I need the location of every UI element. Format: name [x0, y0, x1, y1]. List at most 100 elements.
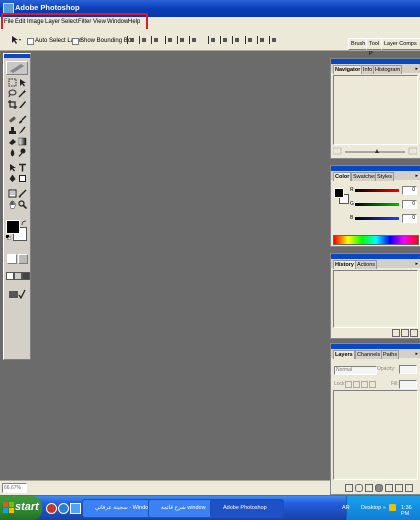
opacity-field[interactable]: [399, 365, 417, 374]
new-group-icon[interactable]: [385, 484, 393, 492]
tab-history[interactable]: History: [333, 260, 356, 269]
layers-list[interactable]: [333, 390, 418, 480]
color-fg-swatch[interactable]: [334, 188, 344, 198]
swap-colors-icon[interactable]: [21, 220, 27, 226]
well-tab-layer-comps[interactable]: Layer Comps: [381, 38, 420, 50]
palette-menu-arrow-icon[interactable]: ▸: [415, 261, 418, 267]
tab-layers[interactable]: Layers: [333, 350, 355, 359]
layer-style-icon[interactable]: [355, 484, 363, 492]
blend-mode-select[interactable]: Normal: [334, 366, 377, 375]
channel-g-slider[interactable]: [355, 203, 399, 206]
channel-g-field[interactable]: 0: [402, 200, 417, 209]
adobe-online-icon[interactable]: [6, 61, 28, 75]
align-vcenter-icon[interactable]: [139, 36, 148, 44]
lock-position-icon[interactable]: [361, 381, 368, 388]
browser-icon[interactable]: [58, 503, 69, 514]
align-hcenter-icon[interactable]: [177, 36, 186, 44]
start-button[interactable]: start: [0, 496, 42, 520]
channel-r-field[interactable]: 0: [402, 186, 417, 195]
color-ramp[interactable]: [333, 235, 419, 245]
tray-app-icon[interactable]: [389, 504, 396, 511]
language-indicator[interactable]: AR: [342, 505, 350, 511]
crop-tool-icon[interactable]: [8, 100, 17, 109]
bounding-box-checkbox[interactable]: [72, 38, 79, 45]
tray-chevron-icon[interactable]: »: [383, 505, 386, 511]
brush-tool-icon[interactable]: [18, 115, 27, 124]
hand-tool-icon[interactable]: [8, 200, 17, 209]
palette-menu-arrow-icon[interactable]: ▸: [415, 173, 418, 179]
pen-tool-icon[interactable]: [8, 174, 17, 183]
tab-color[interactable]: Color: [333, 172, 352, 181]
move-tool-icon-box[interactable]: [18, 78, 27, 87]
lasso-tool-icon[interactable]: [8, 89, 17, 98]
palette-menu-arrow-icon[interactable]: ▸: [415, 351, 418, 357]
tab-navigator[interactable]: Navigator: [333, 65, 363, 74]
trash-icon[interactable]: [405, 484, 413, 492]
align-left-icon[interactable]: [165, 36, 174, 44]
new-document-icon[interactable]: [401, 329, 409, 337]
gradient-tool-icon[interactable]: [18, 137, 27, 146]
adjustment-layer-icon[interactable]: [375, 484, 383, 492]
trash-icon[interactable]: [410, 329, 418, 337]
taskbar-button-photoshop[interactable]: Adobe Photoshop: [210, 499, 284, 518]
move-tool-icon[interactable]: [10, 35, 22, 45]
notes-tool-icon[interactable]: [8, 189, 17, 198]
dodge-tool-icon[interactable]: [18, 148, 27, 157]
jump-to-imageready-icon[interactable]: [8, 289, 26, 300]
eraser-tool-icon[interactable]: [8, 137, 17, 146]
zoom-field[interactable]: 66.67%: [2, 483, 27, 493]
lock-transparency-icon[interactable]: [345, 381, 352, 388]
fill-field[interactable]: [399, 380, 417, 389]
distribute-left-icon[interactable]: [245, 36, 254, 44]
channel-r-slider[interactable]: [355, 189, 399, 192]
screen-mode-standard-icon[interactable]: [6, 272, 14, 280]
quick-mask-mode-icon[interactable]: [18, 254, 28, 264]
distribute-hcenter-icon[interactable]: [257, 36, 266, 44]
distribute-vcenter-icon[interactable]: [220, 36, 229, 44]
taskbar-button-windows[interactable]: سجينة عرفاتي - Windo...: [82, 499, 158, 518]
link-layers-icon[interactable]: [345, 484, 353, 492]
zoom-tool-icon[interactable]: [18, 200, 28, 210]
healing-brush-tool-icon[interactable]: [8, 115, 17, 124]
palette-menu-arrow-icon[interactable]: ▸: [415, 66, 418, 72]
standard-mode-icon[interactable]: [7, 254, 17, 264]
lock-all-icon[interactable]: [369, 381, 376, 388]
magic-wand-tool-icon[interactable]: [18, 89, 27, 98]
opera-icon[interactable]: [46, 503, 57, 514]
shape-tool-icon[interactable]: [18, 174, 27, 183]
screen-mode-full-menu-icon[interactable]: [14, 272, 22, 280]
foreground-color-swatch[interactable]: [6, 220, 20, 234]
desktop-toolbar-label[interactable]: Desktop: [361, 505, 381, 511]
path-selection-tool-icon[interactable]: [8, 163, 17, 172]
distribute-bottom-icon[interactable]: [232, 36, 241, 44]
lock-image-icon[interactable]: [353, 381, 360, 388]
show-desktop-icon[interactable]: [70, 503, 81, 514]
history-brush-tool-icon[interactable]: [18, 126, 27, 135]
distribute-right-icon[interactable]: [269, 36, 278, 44]
tab-styles[interactable]: Styles: [375, 172, 394, 181]
align-right-icon[interactable]: [189, 36, 198, 44]
default-colors-icon[interactable]: [6, 235, 12, 241]
tab-channels[interactable]: Channels: [355, 350, 383, 359]
auto-select-checkbox[interactable]: [27, 38, 34, 45]
eyedropper-tool-icon[interactable]: [18, 189, 27, 198]
new-layer-icon[interactable]: [395, 484, 403, 492]
new-snapshot-icon[interactable]: [392, 329, 400, 337]
clone-stamp-tool-icon[interactable]: [8, 126, 17, 135]
align-top-icon[interactable]: [127, 36, 136, 44]
tab-actions[interactable]: Actions: [355, 260, 378, 269]
tab-paths[interactable]: Paths: [381, 350, 400, 359]
distribute-top-icon[interactable]: [208, 36, 217, 44]
screen-mode-full-icon[interactable]: [22, 272, 30, 280]
align-bottom-icon[interactable]: [151, 36, 160, 44]
history-list[interactable]: [333, 270, 418, 328]
channel-b-slider[interactable]: [355, 217, 399, 220]
blur-tool-icon[interactable]: [8, 148, 17, 157]
layer-mask-icon[interactable]: [365, 484, 373, 492]
slice-tool-icon[interactable]: [18, 100, 27, 109]
channel-b-field[interactable]: 0: [402, 214, 417, 223]
tab-histogram[interactable]: Histogram: [373, 65, 403, 74]
navigator-zoom-slider[interactable]: [332, 147, 418, 155]
toolbox-titlebar[interactable]: [4, 54, 30, 58]
type-tool-icon[interactable]: [18, 163, 27, 172]
